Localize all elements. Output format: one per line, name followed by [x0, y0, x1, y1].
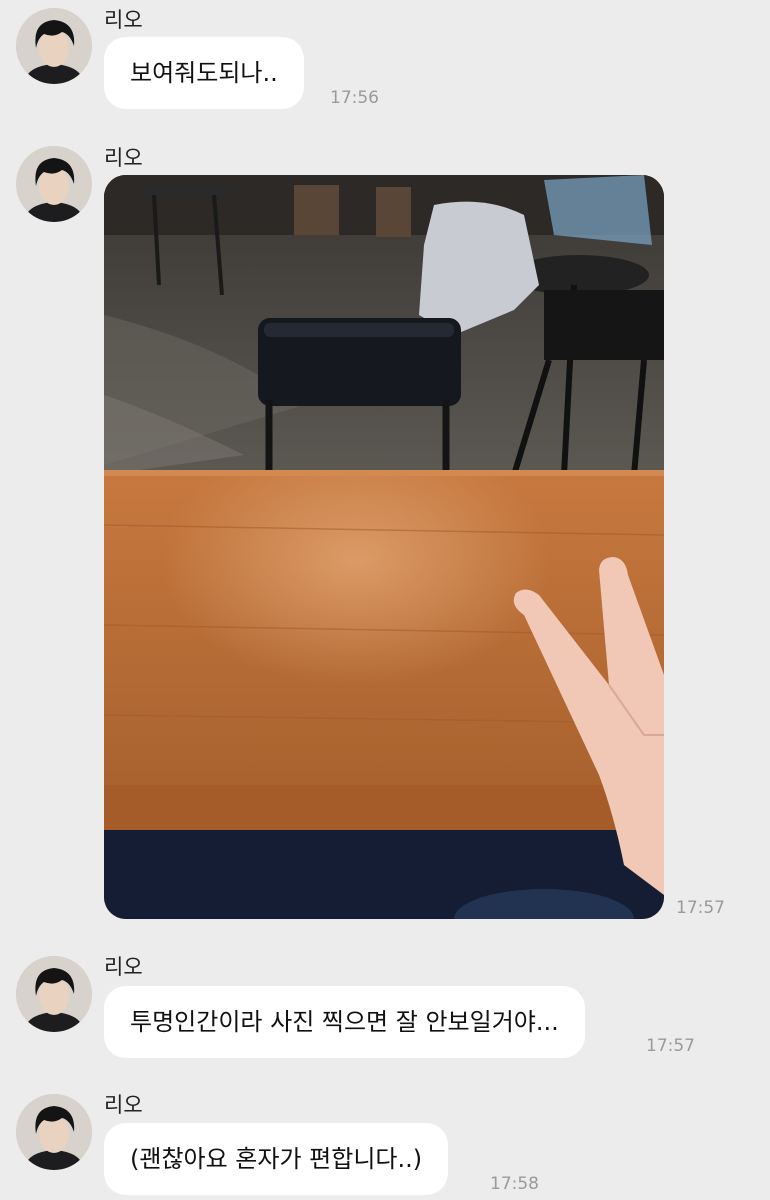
- profile-photo-icon: [16, 8, 92, 84]
- message-bubble[interactable]: 보여줘도되나..: [104, 37, 304, 109]
- message-timestamp: 17:56: [330, 88, 379, 108]
- message-bubble[interactable]: (괜찮아요 혼자가 편합니다..): [104, 1123, 449, 1195]
- sender-name: 리오: [104, 8, 143, 32]
- avatar[interactable]: [16, 956, 92, 1032]
- sender-name: 리오: [104, 146, 143, 170]
- photo-message[interactable]: [104, 175, 664, 919]
- message-timestamp: 17:58: [490, 1174, 539, 1194]
- message-bubble[interactable]: 투명인간이라 사진 찍으면 잘 안보일거야...: [104, 986, 585, 1058]
- profile-photo-icon: [16, 1094, 92, 1170]
- avatar[interactable]: [16, 1094, 92, 1170]
- message-timestamp: 17:57: [646, 1036, 695, 1056]
- message-timestamp: 17:57: [676, 898, 725, 918]
- sender-name: 리오: [104, 1093, 143, 1117]
- avatar[interactable]: [16, 8, 92, 84]
- sender-name: 리오: [104, 955, 143, 979]
- profile-photo-icon: [16, 146, 92, 222]
- avatar[interactable]: [16, 146, 92, 222]
- cafe-table-peace-sign-photo: [104, 175, 664, 919]
- profile-photo-icon: [16, 956, 92, 1032]
